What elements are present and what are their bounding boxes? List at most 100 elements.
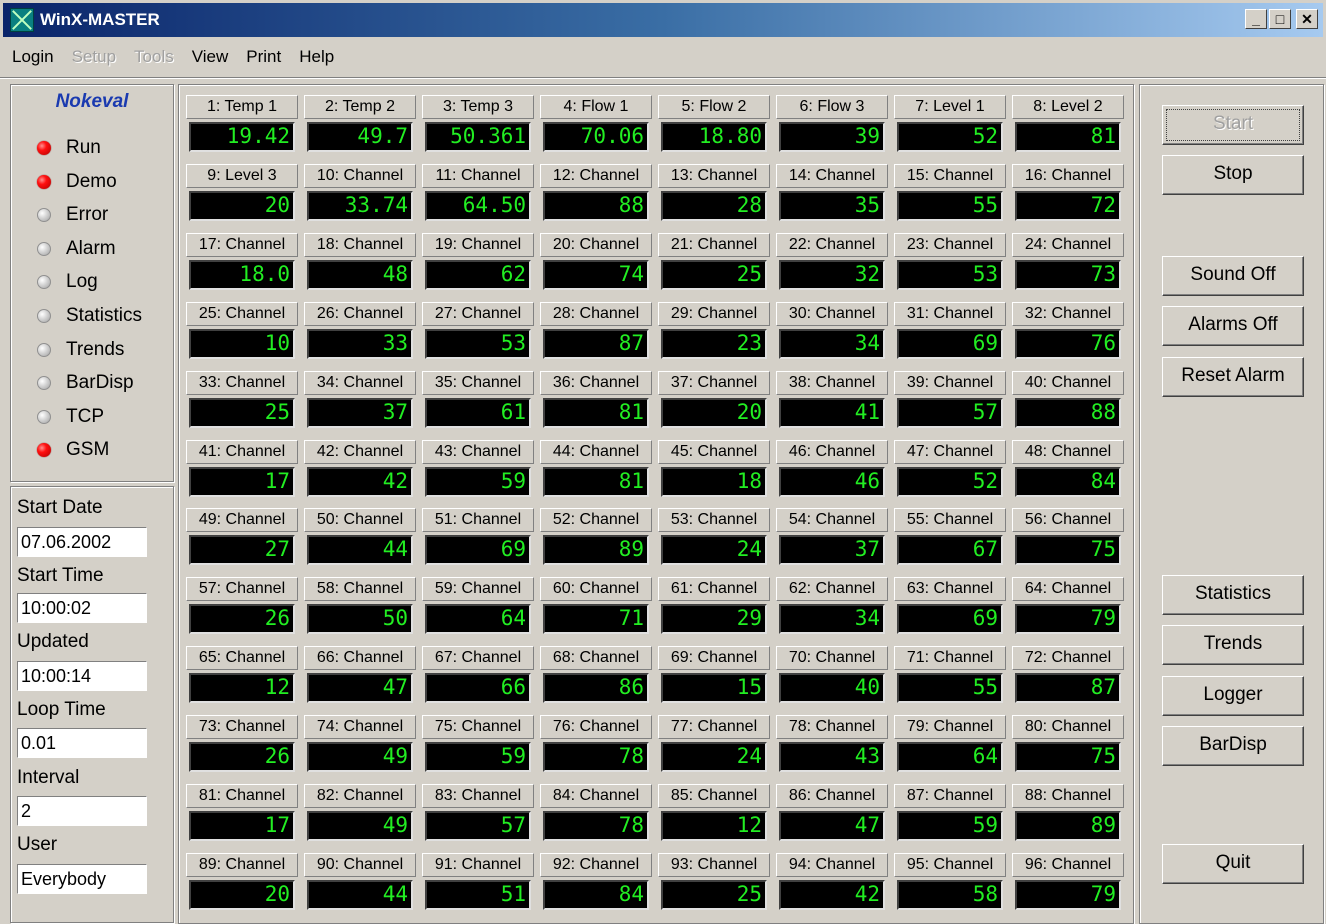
channel-label-button[interactable]: 42: Channel: [304, 439, 416, 464]
channel-label-button[interactable]: 96: Channel: [1012, 852, 1124, 877]
channel-label-button[interactable]: 93: Channel: [658, 852, 770, 877]
channel-label-button[interactable]: 32: Channel: [1012, 301, 1124, 326]
channel-label-button[interactable]: 45: Channel: [658, 439, 770, 464]
channel-label-button[interactable]: 51: Channel: [422, 508, 534, 533]
channel-label-button[interactable]: 53: Channel: [658, 508, 770, 533]
channel-label-button[interactable]: 13: Channel: [658, 163, 770, 188]
channel-label-button[interactable]: 41: Channel: [186, 439, 298, 464]
channel-label-button[interactable]: 48: Channel: [1012, 439, 1124, 464]
channel-label-button[interactable]: 46: Channel: [776, 439, 888, 464]
channel-label-button[interactable]: 76: Channel: [540, 715, 652, 740]
channel-label-button[interactable]: 40: Channel: [1012, 370, 1124, 395]
channel-label-button[interactable]: 70: Channel: [776, 646, 888, 671]
channel-label-button[interactable]: 95: Channel: [894, 852, 1006, 877]
reset-alarm-button[interactable]: Reset Alarm: [1162, 357, 1304, 397]
quit-button[interactable]: Quit: [1162, 844, 1304, 884]
channel-label-button[interactable]: 77: Channel: [658, 715, 770, 740]
channel-label-button[interactable]: 22: Channel: [776, 232, 888, 257]
channel-label-button[interactable]: 65: Channel: [186, 646, 298, 671]
channel-label-button[interactable]: 63: Channel: [894, 577, 1006, 602]
channel-label-button[interactable]: 72: Channel: [1012, 646, 1124, 671]
channel-label-button[interactable]: 61: Channel: [658, 577, 770, 602]
channel-label-button[interactable]: 60: Channel: [540, 577, 652, 602]
channel-label-button[interactable]: 4: Flow 1: [540, 95, 652, 119]
channel-label-button[interactable]: 25: Channel: [186, 301, 298, 326]
alarms-off-button[interactable]: Alarms Off: [1162, 306, 1304, 346]
channel-label-button[interactable]: 68: Channel: [540, 646, 652, 671]
logger-button[interactable]: Logger: [1162, 676, 1304, 716]
channel-label-button[interactable]: 33: Channel: [186, 370, 298, 395]
channel-label-button[interactable]: 90: Channel: [304, 852, 416, 877]
channel-label-button[interactable]: 27: Channel: [422, 301, 534, 326]
channel-label-button[interactable]: 67: Channel: [422, 646, 534, 671]
channel-label-button[interactable]: 50: Channel: [304, 508, 416, 533]
channel-label-button[interactable]: 7: Level 1: [894, 95, 1006, 119]
channel-label-button[interactable]: 15: Channel: [894, 163, 1006, 188]
channel-label-button[interactable]: 16: Channel: [1012, 163, 1124, 188]
menu-view[interactable]: View: [183, 47, 238, 67]
bardisp-button[interactable]: BarDisp: [1162, 726, 1304, 766]
channel-label-button[interactable]: 62: Channel: [776, 577, 888, 602]
minimize-icon[interactable]: _: [1245, 9, 1267, 29]
sound-off-button[interactable]: Sound Off: [1162, 256, 1304, 296]
channel-label-button[interactable]: 9: Level 3: [186, 163, 298, 188]
channel-label-button[interactable]: 5: Flow 2: [658, 95, 770, 119]
channel-label-button[interactable]: 47: Channel: [894, 439, 1006, 464]
channel-label-button[interactable]: 78: Channel: [776, 715, 888, 740]
channel-label-button[interactable]: 10: Channel: [304, 163, 416, 188]
channel-label-button[interactable]: 31: Channel: [894, 301, 1006, 326]
channel-label-button[interactable]: 35: Channel: [422, 370, 534, 395]
channel-label-button[interactable]: 34: Channel: [304, 370, 416, 395]
channel-label-button[interactable]: 66: Channel: [304, 646, 416, 671]
channel-label-button[interactable]: 75: Channel: [422, 715, 534, 740]
channel-label-button[interactable]: 55: Channel: [894, 508, 1006, 533]
statistics-button[interactable]: Statistics: [1162, 575, 1304, 615]
channel-label-button[interactable]: 6: Flow 3: [776, 95, 888, 119]
channel-label-button[interactable]: 1: Temp 1: [186, 95, 298, 119]
channel-label-button[interactable]: 85: Channel: [658, 784, 770, 808]
channel-label-button[interactable]: 82: Channel: [304, 784, 416, 808]
menu-setup[interactable]: Setup: [63, 47, 125, 67]
channel-label-button[interactable]: 26: Channel: [304, 301, 416, 326]
channel-label-button[interactable]: 49: Channel: [186, 508, 298, 533]
user-field[interactable]: Everybody: [17, 864, 147, 894]
channel-label-button[interactable]: 39: Channel: [894, 370, 1006, 395]
channel-label-button[interactable]: 74: Channel: [304, 715, 416, 740]
channel-label-button[interactable]: 59: Channel: [422, 577, 534, 602]
channel-label-button[interactable]: 88: Channel: [1012, 784, 1124, 808]
channel-label-button[interactable]: 38: Channel: [776, 370, 888, 395]
channel-label-button[interactable]: 14: Channel: [776, 163, 888, 188]
channel-label-button[interactable]: 43: Channel: [422, 439, 534, 464]
channel-label-button[interactable]: 17: Channel: [186, 232, 298, 257]
maximize-icon[interactable]: □: [1269, 9, 1291, 29]
loop-time-field[interactable]: 0.01: [17, 728, 147, 758]
menu-login[interactable]: Login: [3, 47, 63, 67]
channel-label-button[interactable]: 44: Channel: [540, 439, 652, 464]
updated-field[interactable]: 10:00:14: [17, 661, 147, 691]
channel-label-button[interactable]: 20: Channel: [540, 232, 652, 257]
channel-label-button[interactable]: 2: Temp 2: [304, 95, 416, 119]
start-time-field[interactable]: 10:00:02: [17, 593, 147, 623]
channel-label-button[interactable]: 84: Channel: [540, 784, 652, 808]
title-bar[interactable]: WinX-MASTER _ □ ✕: [3, 3, 1323, 37]
channel-label-button[interactable]: 83: Channel: [422, 784, 534, 808]
trends-button[interactable]: Trends: [1162, 625, 1304, 665]
channel-label-button[interactable]: 23: Channel: [894, 232, 1006, 257]
channel-label-button[interactable]: 19: Channel: [422, 232, 534, 257]
channel-label-button[interactable]: 3: Temp 3: [422, 95, 534, 119]
menu-print[interactable]: Print: [237, 47, 290, 67]
channel-label-button[interactable]: 64: Channel: [1012, 577, 1124, 602]
channel-label-button[interactable]: 91: Channel: [422, 852, 534, 877]
channel-label-button[interactable]: 54: Channel: [776, 508, 888, 533]
channel-label-button[interactable]: 57: Channel: [186, 577, 298, 602]
channel-label-button[interactable]: 12: Channel: [540, 163, 652, 188]
channel-label-button[interactable]: 89: Channel: [186, 852, 298, 877]
menu-tools[interactable]: Tools: [125, 47, 183, 67]
channel-label-button[interactable]: 79: Channel: [894, 715, 1006, 740]
channel-label-button[interactable]: 71: Channel: [894, 646, 1006, 671]
channel-label-button[interactable]: 52: Channel: [540, 508, 652, 533]
channel-label-button[interactable]: 94: Channel: [776, 852, 888, 877]
menu-help[interactable]: Help: [290, 47, 343, 67]
start-date-field[interactable]: 07.06.2002: [17, 527, 147, 557]
start-button[interactable]: Start: [1162, 105, 1304, 145]
